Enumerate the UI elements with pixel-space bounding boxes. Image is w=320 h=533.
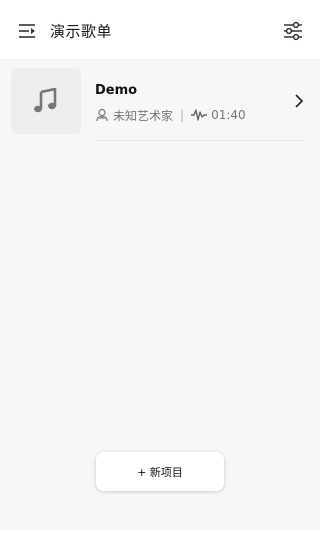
sliders-icon[interactable]: [282, 21, 304, 41]
page-title: 演示歌单: [50, 22, 113, 41]
song-duration: 01:40: [211, 108, 246, 122]
album-art: [11, 68, 81, 134]
top-bar: 演示歌单: [0, 0, 320, 60]
song-row[interactable]: Demo 未知艺术家 | 01:40: [0, 60, 320, 142]
song-meta: 未知艺术家 | 01:40: [95, 107, 246, 123]
row-divider: [95, 140, 306, 141]
app-screen: 演示歌单 Demo 未知艺术家 | 01:40 + 新项目: [0, 0, 320, 533]
chevron-right-icon[interactable]: [294, 94, 304, 108]
waveform-icon: [191, 109, 208, 121]
artist-icon: [96, 108, 108, 122]
playlist-menu-icon[interactable]: [16, 21, 38, 41]
new-item-button[interactable]: + 新项目: [96, 452, 224, 491]
music-note-icon: [34, 88, 57, 113]
meta-separator: |: [180, 108, 185, 122]
new-item-label: + 新项目: [137, 465, 183, 479]
song-title: Demo: [95, 83, 138, 98]
artist-name: 未知艺术家: [113, 108, 174, 123]
